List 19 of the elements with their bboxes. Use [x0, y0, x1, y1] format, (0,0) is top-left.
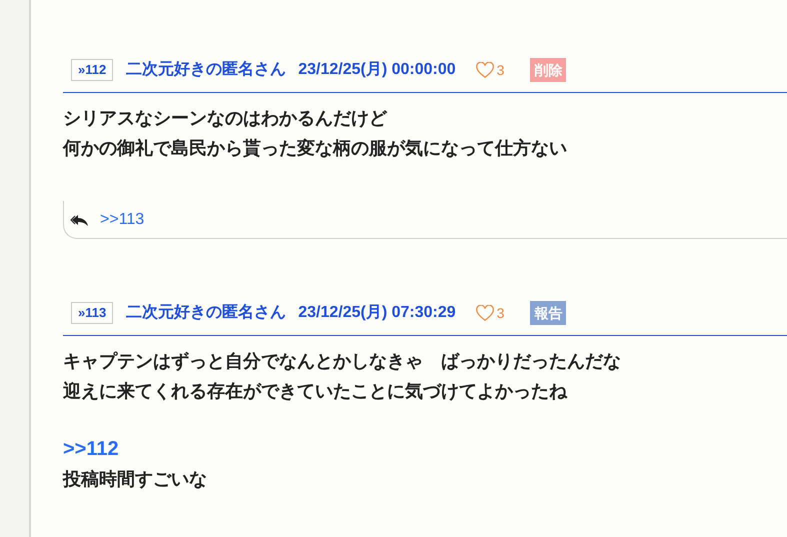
post-number-link[interactable]: »112 — [71, 59, 114, 81]
heart-icon — [476, 62, 494, 78]
reply-link[interactable]: >>113 — [100, 208, 144, 232]
author-name: 二次元好きの匿名さん — [126, 60, 286, 80]
author-name: 二次元好きの匿名さん — [126, 302, 286, 323]
post-body-text: 何かの御礼で島民から貰った変な柄の服が気になって仕方ない — [63, 137, 567, 160]
like-count: 3 — [496, 60, 504, 80]
post-body-text: シリアスなシーンなのはわかるんだけど — [63, 107, 387, 130]
like-count: 3 — [496, 304, 504, 322]
post-body-text: 投稿時間すごいな — [63, 468, 207, 491]
reply-anchor-link[interactable]: >>112 — [63, 434, 787, 464]
post-body-text: キャプテンはずっと自分でなんとかしなきゃ ばっかりだったんだな — [63, 350, 621, 373]
post-number-link[interactable]: »113 — [71, 302, 114, 324]
reply-arrow-icon — [70, 212, 90, 226]
post-body-text: 迎えに来てくれる存在ができていたことに気づけてよかったね — [63, 380, 567, 403]
post-date: 23/12/25(月) 07:30:29 — [298, 303, 456, 323]
action-button[interactable]: 報告 — [530, 301, 566, 325]
heart-icon — [476, 304, 494, 322]
post-date: 23/12/25(月) 00:00:00 — [298, 60, 456, 80]
